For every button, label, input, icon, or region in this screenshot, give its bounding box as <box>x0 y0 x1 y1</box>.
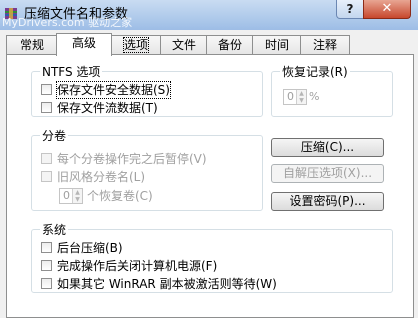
help-button[interactable]: ? <box>336 0 364 19</box>
system-legend: 系统 <box>42 223 67 237</box>
recovery-record-legend: 恢复记录(R) <box>282 65 348 79</box>
recovery-record-value: 0 <box>287 90 294 103</box>
watermark-text: MyDrivers.com 驱动之家 <box>2 16 133 29</box>
checkbox-box[interactable] <box>41 171 52 182</box>
tab-time[interactable]: 时间 <box>252 35 302 54</box>
recovery-volumes-value: 0 <box>63 189 70 202</box>
close-button[interactable]: ✕ <box>363 0 411 19</box>
recovery-volumes-spinner[interactable]: 0 ▲ ▼ <box>59 188 83 204</box>
ntfs-options-legend: NTFS 选项 <box>42 65 101 79</box>
spinner-arrows-icon[interactable]: ▲ ▼ <box>296 90 306 104</box>
sfx-options-button[interactable]: 自解压选项(X)... <box>271 164 384 183</box>
recovery-record-unit: % <box>309 90 320 103</box>
background-compression-label: 后台压缩(B) <box>57 241 123 255</box>
compression-button[interactable]: 压缩(C)... <box>271 138 384 157</box>
old-style-volume-names-label: 旧风格分卷名(L) <box>57 170 146 184</box>
tab-files[interactable]: 文件 <box>160 35 208 54</box>
shutdown-after-label: 完成操作后关闭计算机电源(F) <box>57 259 218 273</box>
checkbox-box[interactable] <box>41 102 52 113</box>
wait-other-winrar-label: 如果其它 WinRAR 副本被激活则等待(W) <box>57 277 277 291</box>
checkbox-box[interactable] <box>41 84 52 95</box>
title-bar: 压缩文件名和参数 MyDrivers.com 驱动之家 ? ✕ <box>0 0 418 30</box>
recovery-volumes-label: 个恢复卷(C) <box>87 189 153 203</box>
tab-general[interactable]: 常规 <box>6 35 58 54</box>
save-security-label: 保存文件安全数据(S) <box>56 81 171 99</box>
tab-options[interactable]: 选项 <box>110 35 162 54</box>
recovery-record-spinner[interactable]: 0 ▲ ▼ <box>283 89 307 105</box>
save-streams-label: 保存文件流数据(T) <box>57 101 158 115</box>
spinner-arrows-icon[interactable]: ▲ ▼ <box>72 189 82 203</box>
set-password-button[interactable]: 设置密码(P)... <box>271 192 384 211</box>
checkbox-box[interactable] <box>41 278 52 289</box>
checkbox-box[interactable] <box>41 260 52 271</box>
checkbox-box[interactable] <box>41 153 52 164</box>
advanced-tab-panel: NTFS 选项 保存文件安全数据(S) 保存文件流数据(T) 恢复记录(R) 0… <box>6 54 414 318</box>
tab-backup[interactable]: 备份 <box>206 35 254 54</box>
tab-options-label: 选项 <box>122 37 150 53</box>
tab-comment[interactable]: 注释 <box>300 35 350 54</box>
tab-advanced[interactable]: 高级 <box>56 33 112 56</box>
pause-after-volume-label: 每个分卷操作完之后暂停(V) <box>57 152 207 166</box>
checkbox-box[interactable] <box>41 242 52 253</box>
volumes-legend: 分卷 <box>42 129 67 143</box>
